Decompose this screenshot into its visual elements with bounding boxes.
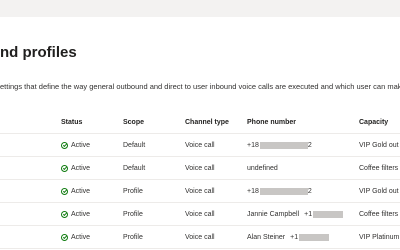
- phone-prefix: +18: [247, 187, 259, 195]
- status-cell: Active: [61, 134, 121, 156]
- channel-cell: Voice call: [185, 210, 215, 218]
- phone-prefix: undefined: [247, 164, 278, 172]
- channel-cell: Voice call: [185, 233, 215, 241]
- table-row[interactable]: Active Profile Voice call Alan Steiner +…: [0, 226, 400, 249]
- phone-prefix: +1: [290, 233, 299, 241]
- capacity-cell: VIP Platinum: [359, 233, 400, 241]
- scope-cell: Default: [123, 141, 146, 149]
- scope-cell: Default: [123, 164, 146, 172]
- table-row[interactable]: Active Profile Voice call +18 2 VIP Gold…: [0, 180, 400, 203]
- capacity-cell: Coffee filters: [359, 210, 399, 218]
- phone-suffix: 2: [307, 141, 312, 149]
- scope-cell: Profile: [123, 233, 143, 241]
- channel-cell: Voice call: [185, 187, 215, 195]
- capacity-cell: VIP Gold out: [359, 187, 399, 195]
- status-cell: Active: [61, 180, 121, 202]
- status-cell: Active: [61, 226, 121, 248]
- check-circle-icon: [61, 233, 68, 241]
- phone-cell: Alan Steiner +1: [247, 226, 357, 248]
- table-row[interactable]: Active Default Voice call undefined Coff…: [0, 157, 400, 180]
- redacted-phone: [259, 141, 308, 149]
- check-circle-icon: [61, 141, 68, 149]
- scope-cell: Profile: [123, 187, 143, 195]
- status-text: Active: [71, 141, 91, 149]
- check-circle-icon: [61, 210, 68, 218]
- phone-suffix: 2: [307, 187, 312, 195]
- page-description: ettings that define the way general outb…: [0, 82, 400, 91]
- phone-cell: Jannie Campbell +1: [247, 203, 357, 225]
- redacted-phone: [299, 233, 330, 241]
- capacity-cell: Coffee filters: [359, 164, 399, 172]
- page-title: nd profiles: [0, 44, 77, 61]
- channel-cell: Voice call: [185, 141, 215, 149]
- header-channel-type[interactable]: Channel type: [185, 112, 243, 133]
- header-capacity[interactable]: Capacity: [359, 112, 400, 133]
- user-name: Jannie Campbell: [247, 210, 300, 218]
- main-panel: nd profiles ettings that define the way …: [0, 17, 400, 250]
- header-status[interactable]: Status: [61, 112, 121, 133]
- scope-cell: Profile: [123, 210, 143, 218]
- capacity-cell: VIP Gold out: [359, 141, 399, 149]
- phone-prefix: +18: [247, 141, 259, 149]
- channel-cell: Voice call: [185, 164, 215, 172]
- redacted-phone: [313, 210, 344, 218]
- status-cell: Active: [61, 203, 121, 225]
- phone-cell: +18 2: [247, 180, 357, 202]
- profiles-table: Status Scope Channel type Phone number C…: [0, 112, 400, 249]
- header-phone-number[interactable]: Phone number: [247, 112, 357, 133]
- table-row[interactable]: Active Profile Voice call Jannie Campbel…: [0, 203, 400, 226]
- phone-prefix: +1: [304, 210, 313, 218]
- status-text: Active: [71, 164, 91, 172]
- table-header-row: Status Scope Channel type Phone number C…: [0, 112, 400, 134]
- status-text: Active: [71, 233, 91, 241]
- phone-cell: undefined: [247, 157, 357, 179]
- table-row[interactable]: Active Default Voice call +18 2 VIP Gold…: [0, 134, 400, 157]
- user-name: Alan Steiner: [247, 233, 286, 241]
- redacted-phone: [259, 187, 308, 195]
- status-cell: Active: [61, 157, 121, 179]
- check-circle-icon: [61, 164, 68, 172]
- phone-cell: +18 2: [247, 134, 357, 156]
- header-scope[interactable]: Scope: [123, 112, 181, 133]
- check-circle-icon: [61, 187, 68, 195]
- status-text: Active: [71, 187, 91, 195]
- status-text: Active: [71, 210, 91, 218]
